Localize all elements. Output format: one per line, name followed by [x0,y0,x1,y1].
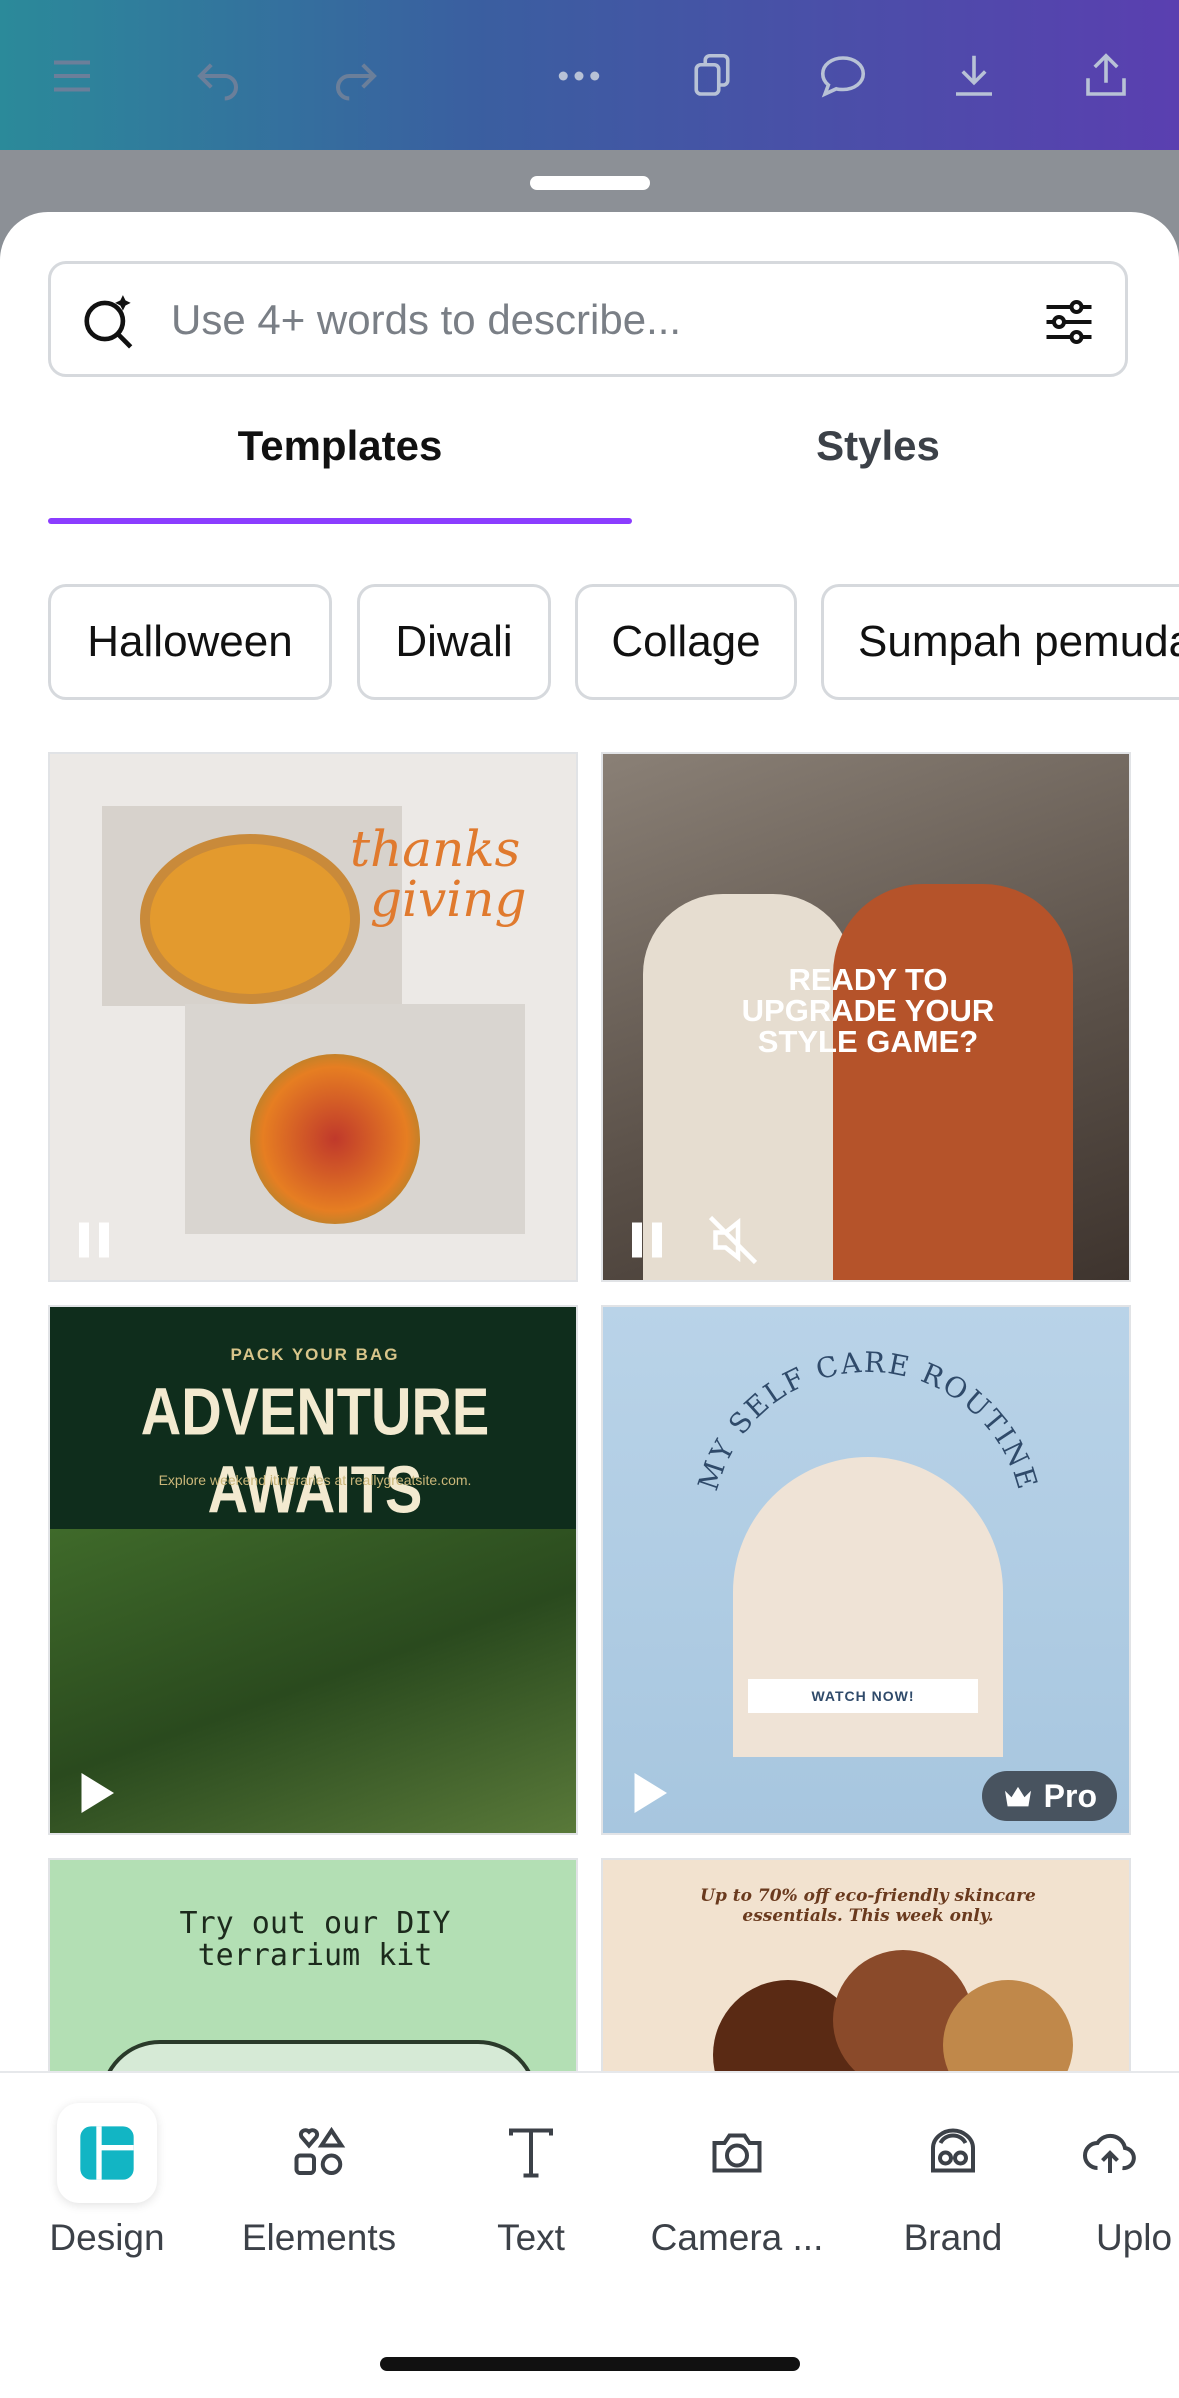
nav-brand[interactable]: Brand [848,2103,1058,2259]
elements-icon [269,2103,369,2203]
pie-image [140,834,360,1004]
tab-styles[interactable]: Styles [648,422,1108,470]
chip-halloween[interactable]: Halloween [48,584,332,700]
comment-icon[interactable] [807,40,879,112]
nav-uploads[interactable]: Uplo [1060,2103,1179,2259]
text-icon [481,2103,581,2203]
play-icon[interactable] [64,1763,124,1823]
skincare-line-1: Up to 70% off eco-friendly skincare [700,1886,1036,1906]
camera-icon [687,2103,787,2203]
search-bar[interactable]: Use 4+ words to describe... [48,261,1128,377]
template-card-adventure[interactable]: PACK YOUR BAG ADVENTURE AWAITS Explore w… [48,1305,578,1835]
chip-diwali[interactable]: Diwali [357,584,551,700]
terrarium-line-2: terrarium kit [197,1938,433,1973]
redo-icon[interactable] [320,40,392,112]
thanksgiving-line-2: giving [370,870,527,928]
forest-image [50,1529,576,1833]
upload-icon [1060,2103,1160,2203]
brand-icon [903,2103,1003,2203]
pro-badge: Pro [981,1771,1117,1821]
undo-icon[interactable] [182,40,254,112]
chip-collage[interactable]: Collage [575,584,797,700]
download-icon[interactable] [938,40,1010,112]
template-card-style-game[interactable]: READY TO UPGRADE YOUR STYLE GAME? [601,752,1131,1282]
top-toolbar [0,0,1179,150]
style-game-line-2: UPGRADE YOUR [741,993,995,1028]
crown-icon [1004,1786,1031,1807]
nav-text-label: Text [497,2217,565,2258]
home-indicator [380,2357,800,2371]
nav-camera[interactable]: Camera ... [632,2103,842,2259]
design-panel-sheet: Use 4+ words to describe... Templates St… [0,212,1179,2396]
watch-now-button: WATCH NOW! [748,1679,978,1713]
filter-sliders-icon[interactable] [1039,292,1099,352]
style-game-line-1: READY TO [788,962,948,997]
more-icon[interactable] [543,40,615,112]
thanksgiving-line-1: thanks [350,820,521,878]
nav-elements-label: Elements [241,2217,397,2258]
terrarium-line-1: Try out our DIY [179,1906,451,1941]
nav-design-label: Design [49,2217,165,2258]
bottom-tab-bar: Design Elements Text Camera ... Brand Up… [0,2071,1179,2398]
skincare-line-2: essentials. This week only. [742,1906,994,1926]
pages-icon[interactable] [676,40,748,112]
nav-brand-label: Brand [903,2217,1003,2258]
share-icon[interactable] [1070,40,1142,112]
play-icon[interactable] [617,1763,677,1823]
nav-uploads-label: Uplo [1096,2217,1173,2258]
menu-icon[interactable] [36,40,108,112]
tab-templates[interactable]: Templates [48,422,632,470]
template-card-self-care[interactable]: MY SELF CARE ROUTINE WATCH NOW! Pro [601,1305,1131,1835]
muted-speaker-icon[interactable] [703,1210,763,1270]
adventure-sub: Explore weekend itineraries at reallygre… [158,1472,472,1488]
style-game-line-3: STYLE GAME? [757,1024,979,1059]
magic-search-icon [84,295,133,349]
nav-camera-label: Camera ... [650,2217,824,2258]
adventure-title: ADVENTURE AWAITS [140,1373,490,1527]
chip-sumpah-pemuda[interactable]: Sumpah pemuda [821,584,1179,700]
pro-badge-label: Pro [1043,1777,1097,1814]
design-icon [57,2103,157,2203]
sheet-grabber[interactable] [530,176,650,190]
nav-elements[interactable]: Elements [214,2103,424,2259]
template-card-thanksgiving[interactable]: thanks giving [48,752,578,1282]
nav-design[interactable]: Design [2,2103,212,2259]
active-tab-indicator [48,518,632,524]
search-placeholder[interactable]: Use 4+ words to describe... [171,296,681,344]
person-orange-suit [833,884,1073,1280]
pause-icon[interactable] [617,1210,677,1270]
flowers-image [250,1054,420,1224]
adventure-kicker: PACK YOUR BAG [230,1345,400,1364]
pause-icon[interactable] [64,1210,124,1270]
nav-text[interactable]: Text [426,2103,636,2259]
